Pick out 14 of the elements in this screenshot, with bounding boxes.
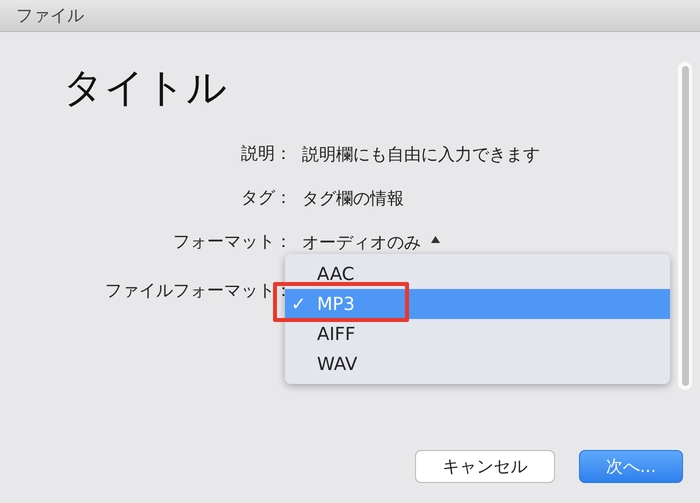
- menu-item[interactable]: AIFF: [285, 319, 670, 349]
- field-value: タグ欄の情報: [302, 188, 404, 210]
- check-mark: ✓: [290, 294, 305, 314]
- menu-item[interactable]: WAV: [285, 349, 670, 379]
- cancel-button[interactable]: キャンセル: [415, 450, 555, 483]
- window-title: ファイル: [16, 5, 84, 27]
- field-value[interactable]: オーディオのみ: [302, 230, 421, 254]
- field-label: フォーマット：: [172, 231, 292, 254]
- page-title: タイトル: [63, 64, 228, 113]
- scroll-bar[interactable]: [678, 62, 692, 390]
- field-label: 説明：: [240, 143, 292, 166]
- up-arrow-icon: [431, 236, 440, 242]
- field-label: タグ：: [240, 187, 292, 210]
- field-value: 説明欄にも自由に入力できます: [302, 144, 540, 166]
